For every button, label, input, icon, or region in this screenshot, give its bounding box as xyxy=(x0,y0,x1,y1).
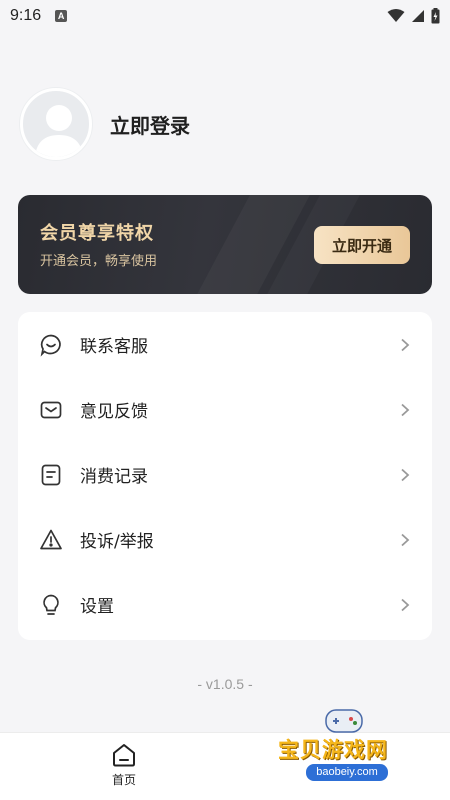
vip-card: 会员尊享特权 开通会员，畅享使用 立即开通 xyxy=(18,195,432,294)
notification-icon: A xyxy=(55,10,68,22)
wifi-icon xyxy=(387,9,405,22)
menu-item-feedback[interactable]: 意见反馈 xyxy=(18,377,432,442)
chevron-right-icon xyxy=(401,468,410,481)
menu-item-settings[interactable]: 设置 xyxy=(18,572,432,637)
lightbulb-icon xyxy=(38,592,64,618)
login-link[interactable]: 立即登录 xyxy=(110,110,190,139)
menu-label: 联系客服 xyxy=(80,337,148,357)
nav-home[interactable]: 首页 xyxy=(99,741,149,795)
watermark-url: baobeiy.com xyxy=(306,764,388,781)
open-vip-button[interactable]: 立即开通 xyxy=(314,226,410,264)
status-time: 9:16 xyxy=(10,7,42,24)
chevron-right-icon xyxy=(401,403,410,416)
menu-item-customer-service[interactable]: 联系客服 xyxy=(18,312,432,377)
signal-icon xyxy=(412,10,424,22)
chevron-right-icon xyxy=(401,338,410,351)
chevron-right-icon xyxy=(401,598,410,611)
chat-bubble-icon xyxy=(38,332,64,358)
watermark: 宝贝游戏网 baobeiy.com xyxy=(272,706,422,792)
status-icons xyxy=(387,8,440,24)
envelope-icon xyxy=(38,397,64,423)
receipt-icon xyxy=(38,462,64,488)
menu-label: 设置 xyxy=(80,597,114,617)
menu-item-purchase-history[interactable]: 消费记录 xyxy=(18,442,432,507)
status-bar: 9:16 A xyxy=(0,0,450,32)
menu-item-report[interactable]: 投诉/举报 xyxy=(18,507,432,572)
menu-list: 联系客服 意见反馈 消费记录 投诉/举报 设置 xyxy=(18,312,432,640)
battery-icon xyxy=(431,8,440,24)
app-version: - v1.0.5 - xyxy=(197,676,253,692)
vip-title: 会员尊享特权 xyxy=(40,223,154,244)
watermark-text: 宝贝游戏网 xyxy=(278,738,388,762)
menu-label: 投诉/举报 xyxy=(80,532,154,552)
home-icon xyxy=(113,744,135,767)
nav-home-label: 首页 xyxy=(111,773,136,787)
menu-label: 意见反馈 xyxy=(80,402,148,422)
chevron-right-icon xyxy=(401,533,410,546)
warning-icon xyxy=(38,527,64,553)
vip-subtitle: 开通会员，畅享使用 xyxy=(40,254,158,269)
profile-section[interactable]: 立即登录 xyxy=(20,88,190,160)
menu-label: 消费记录 xyxy=(80,467,148,487)
default-avatar-icon[interactable] xyxy=(20,88,92,160)
